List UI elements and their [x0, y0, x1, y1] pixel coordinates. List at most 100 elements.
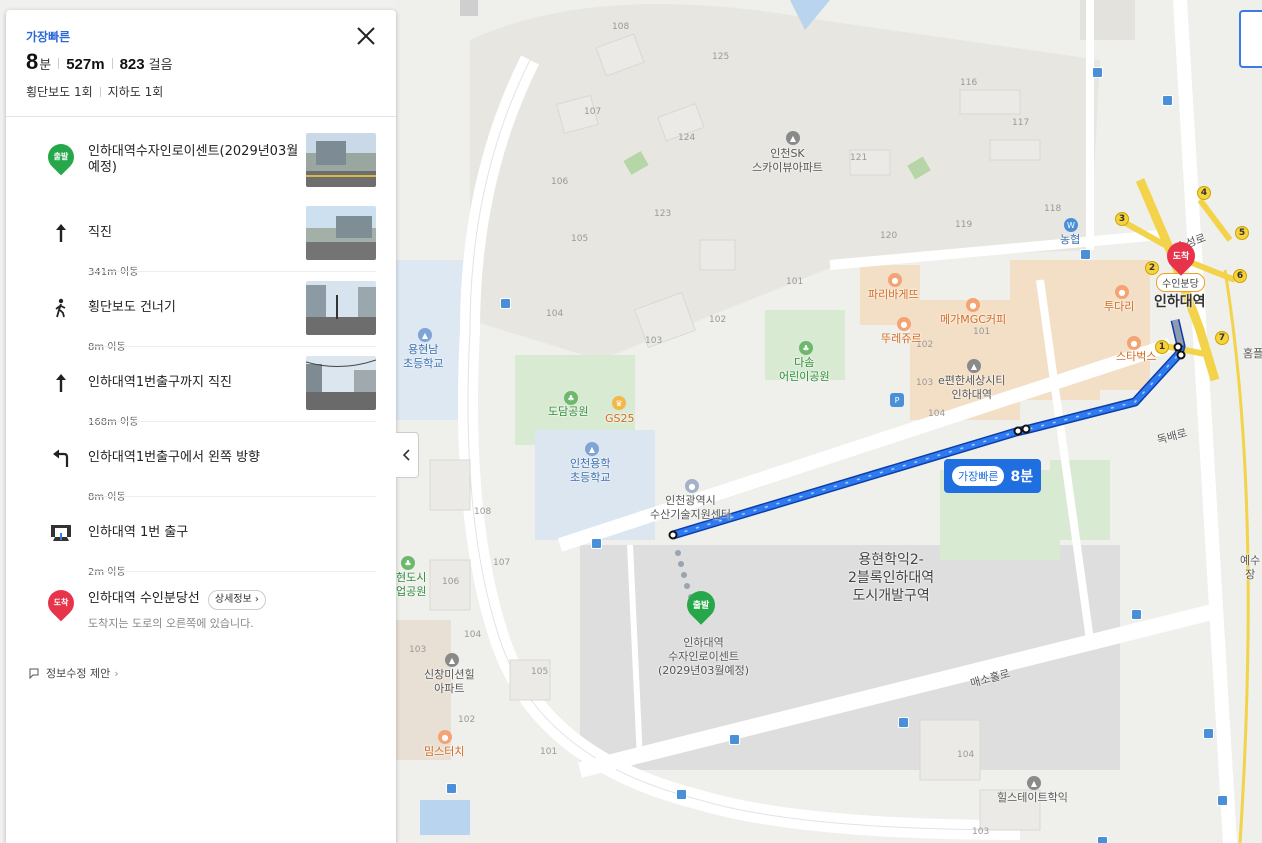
arrival-pin-icon[interactable]: 도착 — [1161, 236, 1201, 276]
apartment-icon: ▲ — [786, 131, 800, 145]
street-view-thumbnail[interactable] — [306, 355, 376, 410]
step-text: 인하대역1번출구까지 직진 — [88, 374, 232, 390]
route-step[interactable]: 직진 341m 이동 — [46, 195, 376, 278]
map-label-gs25[interactable]: GS25 — [605, 412, 635, 426]
park-icon: ♣ — [799, 341, 813, 355]
subway-exit-5[interactable]: 5 — [1235, 226, 1249, 240]
bus-stop-icon[interactable] — [500, 298, 511, 309]
arrow-up-icon — [46, 223, 76, 243]
street-view-thumbnail[interactable] — [306, 280, 376, 335]
subway-exit-7[interactable]: 7 — [1215, 331, 1229, 345]
subway-exit-6[interactable]: 6 — [1233, 269, 1247, 283]
bus-stop-icon[interactable] — [1203, 728, 1214, 739]
route-summary: 가장빠른 8 분 527m 823 걸음 횡단보도 1회 지하도 1회 — [6, 10, 396, 117]
route-step[interactable]: 인하대역 1번 출구 2m 이동 — [46, 495, 376, 578]
cafe-icon: ● — [1127, 336, 1141, 350]
map-label-sinchang[interactable]: 신창미션힐 아파트 — [424, 668, 475, 696]
panel-collapse-button[interactable] — [396, 432, 419, 478]
map-label-nonghyup[interactable]: 농협 — [1060, 233, 1080, 247]
map-label-dodam[interactable]: 도담공원 — [548, 405, 588, 419]
close-button[interactable] — [354, 24, 378, 48]
bus-stop-icon[interactable] — [446, 783, 457, 794]
map-layer-button[interactable] — [1239, 10, 1262, 68]
map-label-twosome[interactable]: 투다리 — [1104, 300, 1134, 314]
chevron-left-icon — [402, 449, 410, 461]
suggest-edit-link[interactable]: 정보수정 제안 › — [28, 665, 119, 681]
bank-icon: W — [1064, 218, 1078, 232]
bus-stop-icon[interactable] — [729, 734, 740, 745]
route-time-label: 8분 — [1010, 469, 1034, 485]
divider — [58, 58, 60, 69]
map-label-yongyak[interactable]: 인천용학 초등학교 — [570, 457, 610, 485]
bakery-icon: ● — [897, 317, 911, 331]
map-label-skyview[interactable]: 인천SK 스카이뷰아파트 — [752, 147, 823, 175]
park-icon: ♣ — [401, 556, 415, 570]
detail-info-button[interactable]: 상세정보 › — [207, 590, 266, 610]
school-icon: ▲ — [585, 442, 599, 456]
route-type-chip: 가장빠른 — [952, 466, 1005, 486]
station-name-label[interactable]: 인하대역 — [1154, 293, 1206, 311]
divider — [99, 86, 101, 97]
route-step-start[interactable]: 출발 인하대역수자인로이센트(2029년03월예정) — [42, 125, 376, 195]
bakery-icon: ● — [888, 273, 902, 287]
subway-exit-1[interactable]: 1 — [1155, 340, 1169, 354]
map-label-mins[interactable]: 밈스터치 — [424, 745, 464, 759]
map-label-ecity[interactable]: e편한세상시티 인하대역 — [938, 374, 1006, 402]
pub-icon: ● — [1115, 285, 1129, 299]
start-pin-icon: 출발 — [42, 138, 80, 176]
map-label-yesu[interactable]: 예수 장 — [1240, 554, 1260, 582]
store-icon: ♛ — [612, 396, 626, 410]
route-time-tag[interactable]: 가장빠른 8분 — [944, 459, 1042, 493]
bus-stop-icon[interactable] — [1080, 249, 1091, 260]
street-view-thumbnail[interactable] — [306, 133, 376, 187]
start-pin-icon[interactable]: 출발 — [681, 585, 721, 625]
map-label-district[interactable]: 용현학익2- 2블록인하대역 도시개발구역 — [848, 551, 934, 605]
bus-stop-icon[interactable] — [1092, 67, 1103, 78]
map-label-suksan[interactable]: 인천광역시 수산기술지원센터 — [650, 494, 731, 522]
bus-stop-icon[interactable] — [676, 789, 687, 800]
bus-stop-icon[interactable] — [1162, 95, 1173, 106]
arrival-note: 도착지는 도로의 오른쪽에 있습니다. — [88, 617, 254, 630]
route-summary-line: 8 분 527m 823 걸음 — [26, 49, 376, 75]
map-label-destination[interactable]: 인하대역 수자인로이센트 (2029년03월예정) — [658, 636, 749, 678]
map-label-hills[interactable]: 힐스테이트학익 — [997, 791, 1068, 805]
arrival-info: 인하대역 수인분당선 상세정보 › 도착지는 도로의 오른쪽에 있습니다. — [88, 590, 376, 632]
bus-stop-icon[interactable] — [898, 717, 909, 728]
map-label-yonghyeon-school[interactable]: 용현남 초등학교 — [403, 343, 443, 371]
parking-icon: P — [890, 393, 904, 407]
subway-exit-4[interactable]: 4 — [1197, 186, 1211, 200]
school-icon: ▲ — [418, 328, 432, 342]
route-steps-value: 823 — [119, 56, 145, 73]
close-icon — [357, 27, 375, 45]
route-step[interactable]: 인하대역1번출구에서 왼쪽 방향 8m 이동 — [46, 420, 376, 503]
step-text: 인하대역 1번 출구 — [88, 524, 189, 540]
map-label-tlj[interactable]: 뚜레쥬르 — [881, 332, 921, 346]
step-text: 인하대역수자인로이센트(2029년03월예정) — [88, 144, 299, 175]
apartment-icon: ▲ — [1027, 776, 1041, 790]
route-step[interactable]: 인하대역1번출구까지 직진 168m 이동 — [46, 345, 376, 428]
divider — [111, 58, 113, 69]
crosswalk-count: 횡단보도 1회 — [26, 85, 93, 99]
turn-left-icon — [46, 448, 76, 468]
map-label-mega[interactable]: 메가MGC커피 — [940, 313, 1006, 327]
pedestrian-icon — [46, 298, 76, 318]
route-steps-list: 출발 인하대역수자인로이센트(2029년03월예정) 직진 341m 이동 횡단… — [6, 117, 396, 652]
bus-stop-icon[interactable] — [1097, 836, 1108, 843]
subway-exit-3[interactable]: 3 — [1115, 212, 1129, 226]
chevron-right-icon: › — [114, 666, 119, 680]
map-label-park-left[interactable]: 현도시 업공원 — [396, 571, 426, 599]
step-text: 횡단보도 건너기 — [88, 299, 176, 315]
map-label-dasom[interactable]: 다솜 어린이공원 — [779, 356, 830, 384]
route-step[interactable]: 횡단보도 건너기 8m 이동 — [46, 270, 376, 353]
street-view-thumbnail[interactable] — [306, 205, 376, 260]
route-step-arrival[interactable]: 도착 인하대역 수인분당선 상세정보 › 도착지는 도로의 오른쪽에 있습니다. — [42, 570, 376, 652]
map-label-paris[interactable]: 파리바게뜨 — [868, 288, 919, 302]
cafe-icon: ● — [966, 298, 980, 312]
bus-stop-icon[interactable] — [1131, 609, 1142, 620]
map-label-holl[interactable]: 홈플 — [1243, 347, 1262, 361]
map-label-starbucks[interactable]: 스타벅스 — [1116, 350, 1156, 364]
bus-stop-icon[interactable] — [591, 538, 602, 549]
route-distance-value: 527m — [66, 56, 105, 73]
bus-stop-icon[interactable] — [1217, 795, 1228, 806]
subway-exit-2[interactable]: 2 — [1145, 261, 1159, 275]
